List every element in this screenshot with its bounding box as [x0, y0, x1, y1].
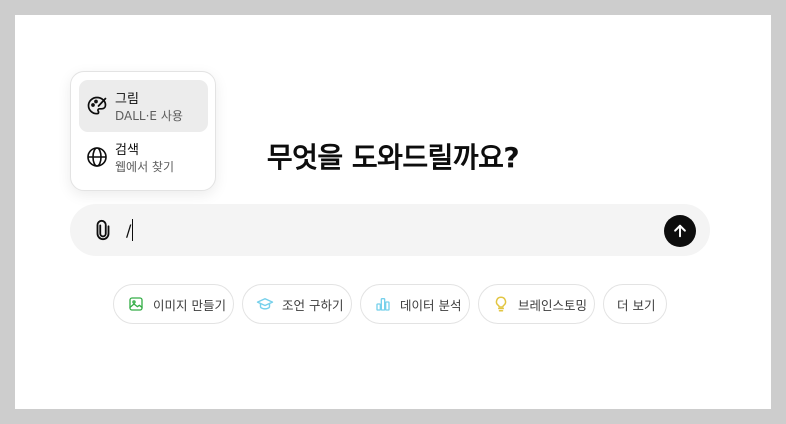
message-composer — [70, 204, 710, 256]
tool-menu-item-subtitle: DALL·E 사용 — [115, 109, 183, 123]
globe-icon — [85, 145, 109, 169]
bar-chart-icon — [374, 295, 392, 313]
tool-menu-item-image[interactable]: 그림 DALL·E 사용 — [79, 80, 208, 132]
send-button[interactable] — [664, 215, 696, 247]
suggestion-create-image[interactable]: 이미지 만들기 — [113, 284, 234, 324]
message-input[interactable] — [126, 217, 646, 243]
suggestion-label: 브레인스토밍 — [518, 297, 588, 313]
suggestion-label: 이미지 만들기 — [153, 297, 226, 313]
suggestion-analyze-data[interactable]: 데이터 분석 — [360, 284, 470, 324]
graduation-cap-icon — [256, 295, 274, 313]
tool-menu-item-title: 검색 — [115, 143, 139, 158]
paperclip-icon[interactable] — [90, 217, 116, 243]
suggestion-get-advice[interactable]: 조언 구하기 — [242, 284, 352, 324]
lightbulb-icon — [492, 295, 510, 313]
tool-menu-item-search[interactable]: 검색 웹에서 찾기 — [79, 131, 208, 183]
arrow-up-icon — [674, 224, 686, 238]
tool-menu: 그림 DALL·E 사용 검색 웹에서 찾기 — [70, 71, 216, 191]
image-icon — [127, 295, 145, 313]
suggestion-more[interactable]: 더 보기 — [603, 284, 667, 324]
tool-menu-item-title: 그림 — [115, 92, 139, 107]
suggestion-label: 데이터 분석 — [400, 297, 462, 313]
palette-icon — [85, 94, 109, 118]
app-window: 그림 DALL·E 사용 검색 웹에서 찾기 무엇을 도와드릴까요? / 이미지… — [15, 15, 771, 409]
suggestion-label: 더 보기 — [617, 297, 656, 313]
suggestion-label: 조언 구하기 — [282, 297, 344, 313]
tool-menu-item-subtitle: 웹에서 찾기 — [115, 160, 175, 174]
text-caret — [132, 219, 133, 241]
page-title: 무엇을 도와드릴까요? — [266, 141, 520, 174]
suggestion-brainstorm[interactable]: 브레인스토밍 — [478, 284, 595, 324]
